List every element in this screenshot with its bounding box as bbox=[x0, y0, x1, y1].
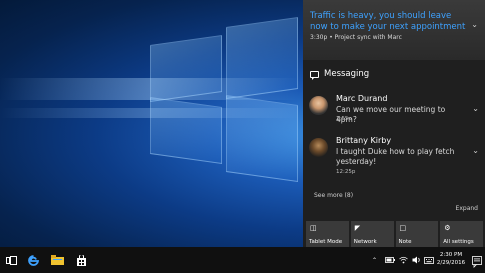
battery-icon bbox=[385, 257, 395, 263]
notification-body: I taught Duke how to play fetch yesterda… bbox=[336, 147, 455, 166]
wallpaper-light-beam bbox=[0, 108, 300, 118]
tile-tablet-mode[interactable]: ◫ Tablet Mode bbox=[306, 221, 349, 247]
tablet-mode-icon: ◫ bbox=[310, 224, 317, 232]
tile-all-settings[interactable]: ⚙ All settings bbox=[440, 221, 483, 247]
messaging-section-header: Messaging bbox=[310, 69, 370, 80]
volume-button[interactable] bbox=[412, 247, 421, 273]
traffic-notification[interactable]: Traffic is heavy, you should leave now t… bbox=[303, 0, 485, 60]
edge-button[interactable] bbox=[22, 247, 44, 273]
tile-network[interactable]: ◤ Network bbox=[350, 221, 394, 247]
file-explorer-icon bbox=[50, 255, 64, 265]
wallpaper-light-beam bbox=[0, 78, 300, 100]
traffic-detail: 3:30p • Project sync with Marc bbox=[310, 34, 402, 41]
chevron-down-icon[interactable]: ⌄ bbox=[472, 146, 479, 155]
clock-date: 2/29/2016 bbox=[436, 260, 466, 266]
task-view-button[interactable] bbox=[0, 247, 22, 273]
store-button[interactable] bbox=[70, 247, 92, 273]
store-icon bbox=[76, 254, 86, 266]
notification-time: 1:55p bbox=[336, 116, 352, 122]
keyboard-icon bbox=[424, 256, 434, 264]
clock-time: 2:30 PM bbox=[439, 252, 463, 258]
notification-item-marc[interactable]: Marc Durand Can we move our meeting to 4… bbox=[309, 94, 479, 134]
section-title: Messaging bbox=[324, 69, 370, 79]
taskbar: ⌃ 2:30 PM 2/29/2016 bbox=[0, 247, 485, 273]
tile-label: All settings bbox=[443, 239, 474, 245]
tile-note[interactable]: □ Note bbox=[395, 221, 439, 247]
wifi-icon bbox=[399, 256, 408, 264]
expand-link[interactable]: Expand bbox=[456, 205, 478, 212]
tile-label: Tablet Mode bbox=[309, 239, 343, 245]
avatar bbox=[309, 138, 328, 157]
volume-icon bbox=[412, 256, 420, 264]
avatar bbox=[309, 96, 328, 115]
notification-body: Can we move our meeting to 4pm? bbox=[336, 105, 446, 124]
wallpaper-logo-pane bbox=[150, 96, 222, 165]
notification-item-brittany[interactable]: Brittany Kirby I taught Duke how to play… bbox=[309, 136, 479, 176]
tile-label: Network bbox=[353, 239, 377, 245]
network-tray-button[interactable] bbox=[399, 247, 408, 273]
chevron-down-icon[interactable]: ⌄ bbox=[471, 20, 478, 29]
quick-actions: ◫ Tablet Mode ◤ Network □ Note ⚙ All set… bbox=[306, 221, 483, 247]
tile-label: Note bbox=[398, 239, 412, 245]
notification-sender: Brittany Kirby bbox=[336, 136, 392, 145]
settings-gear-icon: ⚙ bbox=[444, 224, 451, 232]
traffic-message: Traffic is heavy, you should leave now t… bbox=[310, 11, 466, 32]
message-icon bbox=[310, 70, 319, 80]
battery-button[interactable] bbox=[385, 247, 395, 273]
chevron-down-icon[interactable]: ⌄ bbox=[472, 104, 479, 113]
chevron-up-icon: ⌃ bbox=[372, 256, 378, 264]
network-icon: ◤ bbox=[354, 224, 361, 232]
clock[interactable]: 2:30 PM 2/29/2016 bbox=[436, 251, 466, 267]
notification-time: 12:25p bbox=[336, 169, 356, 175]
note-icon: □ bbox=[399, 224, 407, 232]
keyboard-button[interactable] bbox=[424, 247, 434, 273]
file-explorer-button[interactable] bbox=[46, 247, 68, 273]
see-more-link[interactable]: See more (8) bbox=[314, 192, 353, 199]
edge-icon bbox=[27, 254, 39, 266]
action-center-button[interactable] bbox=[472, 253, 482, 268]
action-center-panel: Traffic is heavy, you should leave now t… bbox=[303, 0, 485, 247]
task-view-icon bbox=[5, 255, 17, 265]
notification-sender: Marc Durand bbox=[336, 94, 388, 103]
tray-overflow-button[interactable]: ⌃ bbox=[372, 247, 377, 273]
notification-icon bbox=[472, 256, 482, 268]
